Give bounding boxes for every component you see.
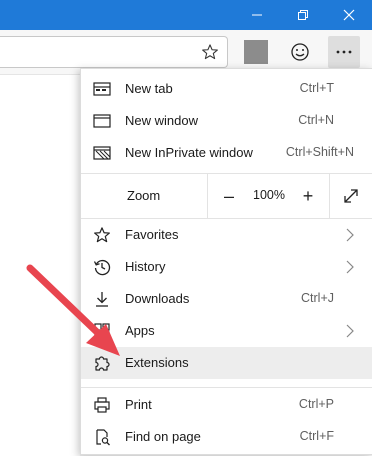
annotation-arrow (26, 264, 120, 356)
